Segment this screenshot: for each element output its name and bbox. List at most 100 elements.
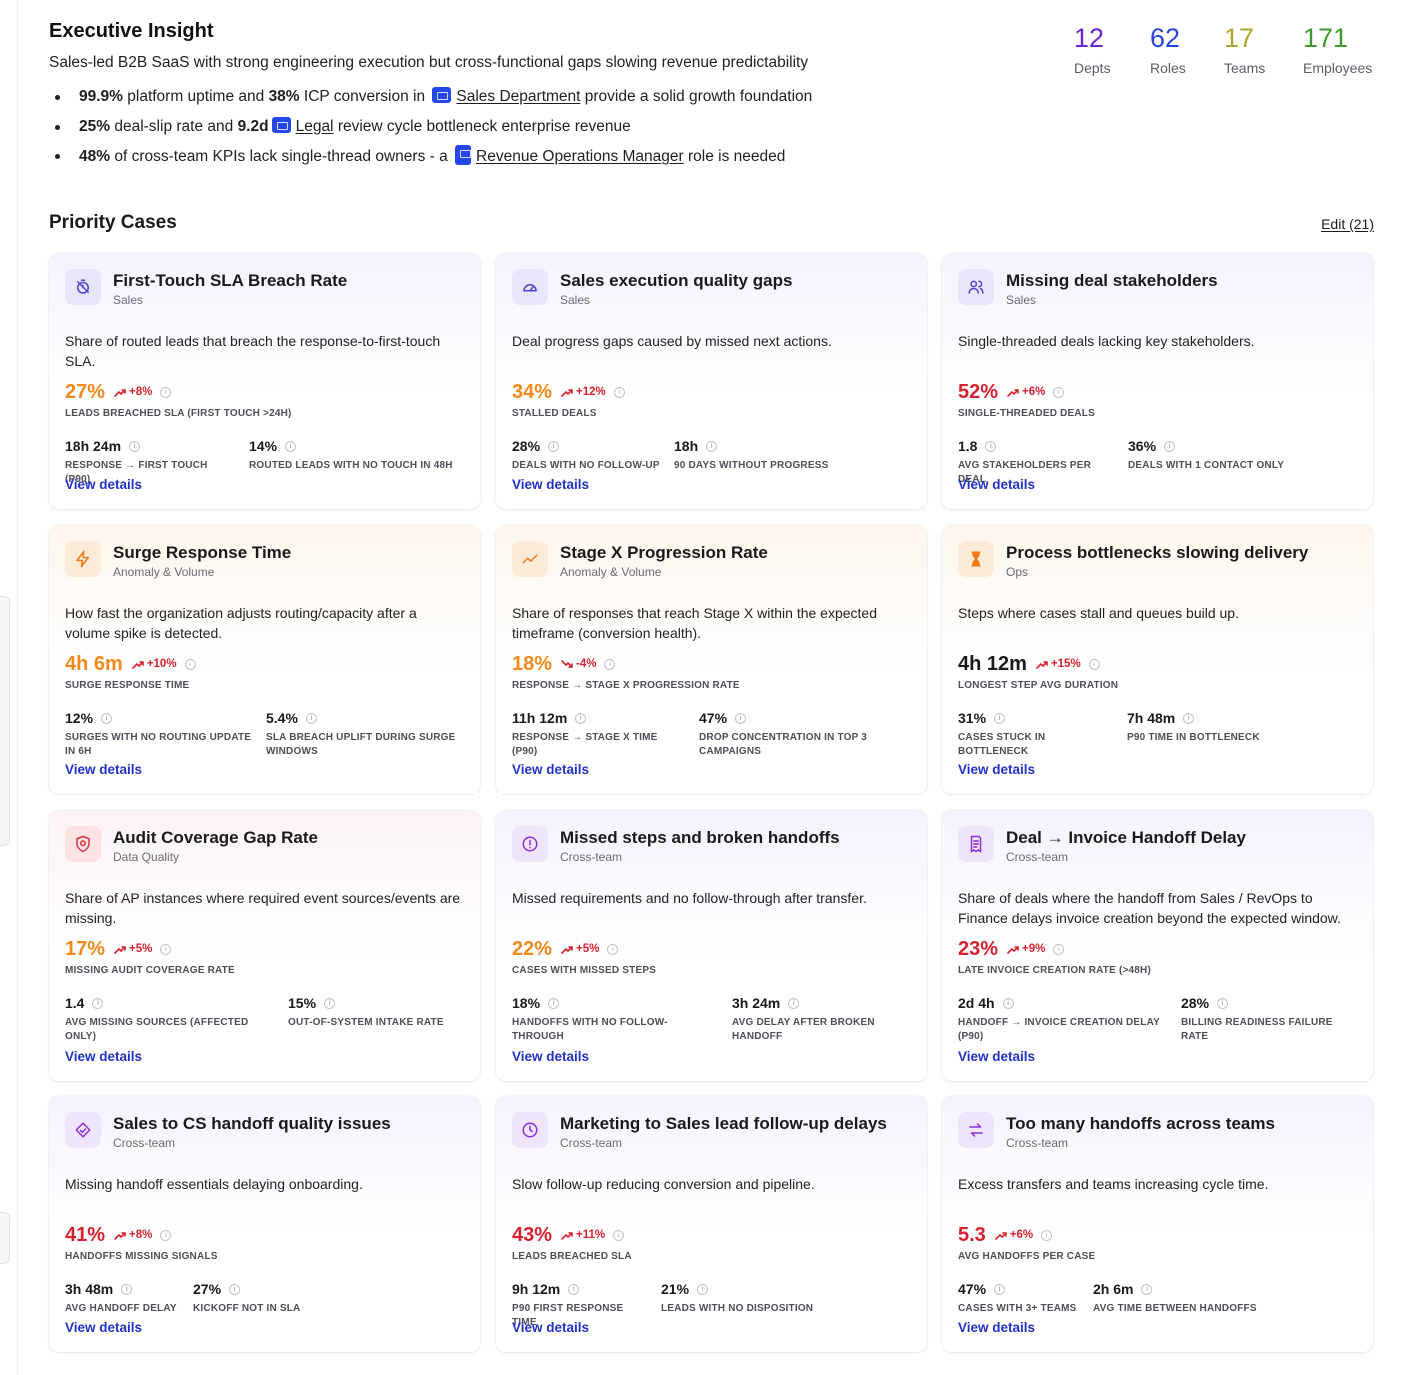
info-icon[interactable]: i	[184, 658, 196, 670]
info-icon[interactable]: i	[706, 440, 718, 452]
sub-metric: 18h i 90 days without progress	[674, 437, 911, 473]
sub-metric-label: Drop concentration in top 3 campaigns	[699, 732, 868, 757]
info-icon[interactable]: i	[604, 658, 616, 670]
sub-metric-label: Handoff → invoice creation delay (P90)	[958, 1017, 1160, 1042]
sub-metric: 2h 6m i Avg time between handoffs	[1093, 1280, 1357, 1316]
card-titles: Stage X Progression Rate Anomaly & Volum…	[560, 542, 768, 579]
view-details-link[interactable]: View details	[65, 1320, 142, 1335]
priority-case-card: Deal → Invoice Handoff Delay Cross-team …	[942, 810, 1373, 1081]
info-icon[interactable]: i	[575, 712, 587, 724]
view-details-link[interactable]: View details	[958, 762, 1035, 777]
info-icon[interactable]: i	[1164, 440, 1176, 452]
card-titles: Sales execution quality gaps Sales	[560, 270, 792, 307]
sub-metric-value: 18h 24m	[65, 438, 122, 454]
panel-tab	[0, 1212, 10, 1264]
view-details-link[interactable]: View details	[512, 762, 589, 777]
sub-metric-value-row: 7h 48m i	[1127, 709, 1357, 727]
card-title: Missed steps and broken handoffs	[560, 828, 840, 847]
priority-case-card: Process bottlenecks slowing delivery Ops…	[942, 525, 1373, 794]
trend-indicator: +8%	[114, 1229, 152, 1241]
insight-bullet: 25% deal-slip rate and 9.2d Legal review …	[54, 116, 812, 146]
sub-metric-value-row: 18h i	[674, 437, 911, 455]
shield-alert-icon	[65, 826, 101, 862]
sub-metric-value: 7h 48m	[1127, 710, 1176, 726]
info-icon[interactable]: i	[994, 712, 1006, 724]
info-icon[interactable]: i	[985, 440, 997, 452]
view-details-link[interactable]: View details	[958, 1320, 1035, 1335]
card-description: Share of AP instances where required eve…	[65, 890, 461, 926]
timer-off-icon	[65, 269, 101, 305]
info-icon[interactable]: i	[1088, 658, 1100, 670]
priority-case-card: Sales execution quality gaps Sales Deal …	[496, 253, 927, 509]
info-icon[interactable]: i	[568, 1283, 580, 1295]
card-header: Process bottlenecks slowing delivery Ops	[958, 541, 1357, 593]
info-icon[interactable]: i	[305, 712, 317, 724]
view-details-link[interactable]: View details	[958, 1049, 1035, 1064]
view-details-link[interactable]: View details	[65, 1049, 142, 1064]
card-category: Anomaly & Volume	[560, 565, 662, 579]
info-icon[interactable]: i	[1053, 386, 1065, 398]
sub-metric: 11h 12m i Response → Stage X time (P90)	[512, 709, 699, 759]
view-details-link[interactable]: View details	[512, 1320, 589, 1335]
info-icon[interactable]: i	[1002, 997, 1014, 1009]
gauge-icon	[512, 269, 548, 305]
priority-case-card: Stage X Progression Rate Anomaly & Volum…	[496, 525, 927, 794]
role-icon	[455, 145, 472, 165]
info-icon[interactable]: i	[697, 1283, 709, 1295]
info-icon[interactable]: i	[1141, 1283, 1153, 1295]
card-description: Share of responses that reach Stage X wi…	[512, 605, 878, 641]
info-icon[interactable]: i	[613, 386, 625, 398]
info-icon[interactable]: i	[324, 997, 336, 1009]
invoice-icon	[958, 826, 994, 862]
view-details-link[interactable]: View details	[65, 477, 142, 492]
sub-metric-value-row: 31% i	[958, 709, 1127, 727]
info-icon[interactable]: i	[1053, 943, 1065, 955]
sub-metric-value: 28%	[1181, 995, 1210, 1011]
sub-metric-value-row: 28% i	[512, 437, 674, 455]
info-icon[interactable]: i	[160, 1229, 172, 1241]
sub-metric-value-row: 36% i	[1128, 437, 1357, 455]
info-icon[interactable]: i	[285, 440, 297, 452]
sub-metric-value: 9h 12m	[512, 1281, 561, 1297]
card-description: How fast the organization adjusts routin…	[65, 605, 417, 641]
edit-priority-cases-link[interactable]: Edit (21)	[1321, 216, 1374, 232]
card-description: Missing handoff essentials delaying onbo…	[65, 1176, 363, 1192]
sub-metric-value-row: 3h 48m i	[65, 1280, 193, 1298]
info-icon[interactable]: i	[548, 440, 560, 452]
info-icon[interactable]: i	[1183, 712, 1195, 724]
legal-link[interactable]: Legal	[296, 118, 334, 135]
card-category: Cross-team	[560, 850, 623, 864]
view-details-link[interactable]: View details	[958, 477, 1035, 492]
info-icon[interactable]: i	[160, 386, 172, 398]
revenue-operations-manager-link[interactable]: Revenue Operations Manager	[476, 148, 684, 165]
sales-department-link[interactable]: Sales Department	[456, 88, 580, 105]
info-icon[interactable]: i	[788, 997, 800, 1009]
trend-value: +9%	[1022, 943, 1046, 955]
info-icon[interactable]: i	[101, 712, 113, 724]
info-icon[interactable]: i	[160, 943, 172, 955]
info-icon[interactable]: i	[735, 712, 747, 724]
sub-metric: 3h 48m i Avg handoff delay	[65, 1280, 193, 1316]
info-icon[interactable]: i	[129, 440, 141, 452]
info-icon[interactable]: i	[994, 1283, 1006, 1295]
card-description: Missed requirements and no follow-throug…	[512, 890, 867, 906]
info-icon[interactable]: i	[607, 943, 619, 955]
trend-value: +6%	[1009, 1229, 1034, 1241]
view-details-link[interactable]: View details	[512, 477, 589, 492]
info-icon[interactable]: i	[92, 997, 104, 1009]
card-main-metric: 34% +12% i	[512, 381, 911, 403]
view-details-link[interactable]: View details	[512, 1049, 589, 1064]
view-details-link[interactable]: View details	[65, 762, 142, 777]
info-icon[interactable]: i	[613, 1229, 625, 1241]
card-title: Too many handoffs across teams	[1006, 1114, 1275, 1133]
sub-metric-label: Routed leads with no touch in 48h	[249, 460, 453, 471]
info-icon[interactable]: i	[121, 1283, 133, 1295]
info-icon[interactable]: i	[548, 997, 560, 1009]
info-icon[interactable]: i	[1041, 1229, 1053, 1241]
info-icon[interactable]: i	[229, 1283, 241, 1295]
sub-metric-value-row: 9h 12m i	[512, 1280, 661, 1298]
priority-case-card: Missed steps and broken handoffs Cross-t…	[496, 810, 927, 1081]
sub-metric-label: Out-of-system intake rate	[288, 1017, 444, 1028]
info-icon[interactable]: i	[1217, 997, 1229, 1009]
metric-label: Response → Stage X progression rate	[512, 680, 740, 691]
